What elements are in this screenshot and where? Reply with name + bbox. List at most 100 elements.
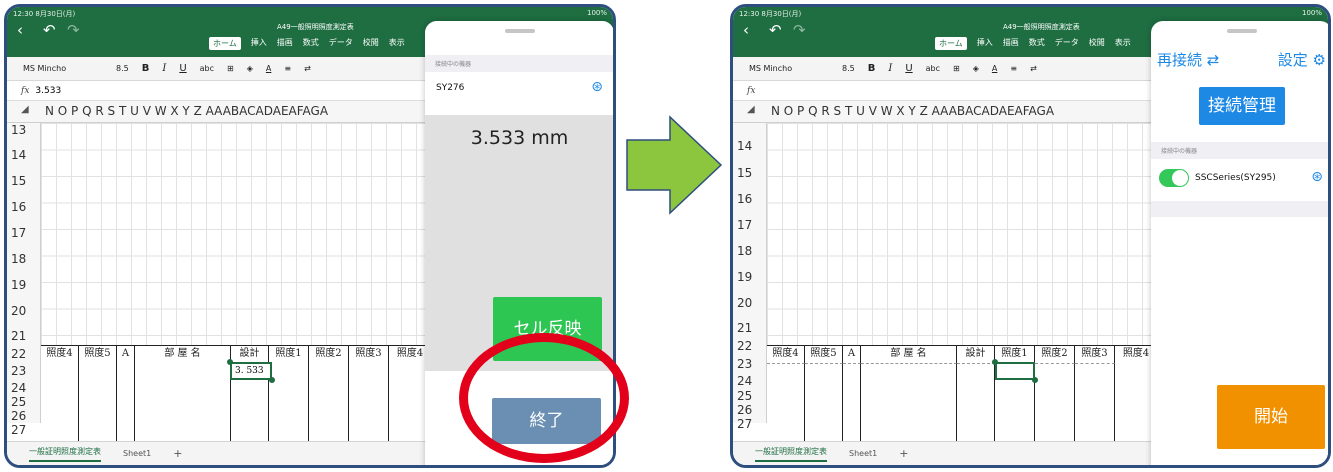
table-cell[interactable] bbox=[349, 363, 389, 445]
strikethrough-button[interactable]: abc bbox=[926, 64, 940, 73]
table-cell[interactable] bbox=[41, 363, 79, 445]
formula-value[interactable]: 3.533 bbox=[35, 86, 61, 96]
row-number[interactable]: 25 bbox=[7, 395, 41, 409]
bold-button[interactable]: B bbox=[142, 63, 150, 74]
add-sheet-button[interactable]: + bbox=[899, 447, 908, 460]
row-number[interactable]: 17 bbox=[733, 218, 767, 232]
row-number[interactable]: 23 bbox=[733, 357, 767, 371]
font-color-icon[interactable]: A bbox=[266, 64, 271, 73]
row-number[interactable]: 26 bbox=[7, 409, 41, 423]
tab-view[interactable]: 表示 bbox=[1115, 37, 1131, 50]
strikethrough-button[interactable]: abc bbox=[200, 64, 214, 73]
row-number[interactable]: 25 bbox=[733, 389, 767, 403]
font-size[interactable]: 8.5 bbox=[842, 64, 855, 73]
italic-button[interactable]: I bbox=[162, 63, 166, 74]
table-cell[interactable] bbox=[1075, 363, 1115, 445]
tab-insert[interactable]: 挿入 bbox=[977, 37, 993, 50]
fill-color-icon[interactable]: ◈ bbox=[973, 64, 979, 73]
font-selector[interactable]: MS Mincho bbox=[749, 64, 829, 73]
align-icon[interactable]: ≡ bbox=[284, 64, 291, 73]
row-number[interactable]: 24 bbox=[733, 374, 767, 388]
row-number[interactable]: 18 bbox=[7, 252, 41, 266]
row-number[interactable]: 23 bbox=[7, 364, 41, 378]
row-number[interactable]: 24 bbox=[7, 381, 41, 395]
fill-color-icon[interactable]: ◈ bbox=[247, 64, 253, 73]
table-cell[interactable] bbox=[767, 363, 805, 445]
selected-cell[interactable]: 3. 533 bbox=[230, 362, 272, 380]
selection-handle[interactable] bbox=[1032, 377, 1038, 383]
tab-formulas[interactable]: 数式 bbox=[1029, 37, 1045, 50]
tab-view[interactable]: 表示 bbox=[389, 37, 405, 50]
sheet-tab-active[interactable]: 一般証明照度測定表 bbox=[29, 446, 101, 462]
row-number[interactable]: 16 bbox=[733, 192, 767, 206]
tab-home[interactable]: ホーム bbox=[209, 37, 241, 50]
sheet-tab[interactable]: Sheet1 bbox=[849, 449, 877, 458]
row-number[interactable]: 21 bbox=[733, 321, 767, 335]
row-number[interactable]: 26 bbox=[733, 403, 767, 417]
table-cell[interactable] bbox=[135, 363, 231, 445]
row-number[interactable]: 13 bbox=[7, 123, 41, 137]
tab-draw[interactable]: 描画 bbox=[277, 37, 293, 50]
row-number[interactable]: 14 bbox=[7, 148, 41, 162]
sheet-tab-active[interactable]: 一般証明照度測定表 bbox=[755, 446, 827, 462]
table-cell[interactable] bbox=[79, 363, 117, 445]
add-sheet-button[interactable]: + bbox=[173, 447, 182, 460]
settings-button[interactable]: 設定 ⚙ bbox=[1278, 49, 1326, 70]
selection-handle[interactable] bbox=[227, 359, 233, 365]
row-number[interactable]: 17 bbox=[7, 226, 41, 240]
connection-manage-button[interactable]: 接続管理 bbox=[1199, 87, 1285, 125]
row-number[interactable]: 19 bbox=[7, 278, 41, 292]
back-icon[interactable]: ‹ bbox=[17, 21, 23, 39]
table-cell[interactable] bbox=[1035, 363, 1075, 445]
row-number[interactable]: 16 bbox=[7, 200, 41, 214]
table-cell[interactable] bbox=[957, 363, 995, 445]
device-toggle[interactable] bbox=[1159, 169, 1189, 187]
select-all-icon[interactable]: ◢ bbox=[21, 104, 29, 115]
drag-handle[interactable] bbox=[1226, 29, 1257, 33]
row-number[interactable]: 20 bbox=[733, 296, 767, 310]
table-cell[interactable] bbox=[269, 363, 309, 445]
bluetooth-icon[interactable]: ⊛ bbox=[591, 79, 603, 95]
font-selector[interactable]: MS Mincho bbox=[23, 64, 103, 73]
tab-insert[interactable]: 挿入 bbox=[251, 37, 267, 50]
row-number[interactable]: 19 bbox=[733, 270, 767, 284]
row-number[interactable]: 22 bbox=[7, 347, 41, 361]
undo-icon[interactable]: ↶ bbox=[43, 21, 56, 39]
tab-data[interactable]: データ bbox=[1055, 37, 1079, 50]
tab-review[interactable]: 校閲 bbox=[363, 37, 379, 50]
row-number[interactable]: 22 bbox=[733, 339, 767, 353]
table-cell[interactable] bbox=[861, 363, 957, 445]
selection-handle[interactable] bbox=[269, 377, 275, 383]
row-number[interactable]: 14 bbox=[733, 139, 767, 153]
table-cell[interactable] bbox=[843, 363, 861, 445]
tab-review[interactable]: 校閲 bbox=[1089, 37, 1105, 50]
borders-icon[interactable]: ⊞ bbox=[953, 64, 960, 73]
redo-icon[interactable]: ↷ bbox=[67, 21, 80, 39]
italic-button[interactable]: I bbox=[888, 63, 892, 74]
row-number[interactable]: 21 bbox=[7, 329, 41, 343]
wrap-icon[interactable]: ⇄ bbox=[304, 64, 311, 73]
bold-button[interactable]: B bbox=[868, 63, 876, 74]
underline-button[interactable]: U bbox=[179, 63, 186, 74]
start-button[interactable]: 開始 bbox=[1217, 385, 1325, 449]
selection-handle[interactable] bbox=[992, 359, 998, 365]
undo-icon[interactable]: ↶ bbox=[769, 21, 782, 39]
align-icon[interactable]: ≡ bbox=[1010, 64, 1017, 73]
row-number[interactable]: 15 bbox=[7, 174, 41, 188]
tab-draw[interactable]: 描画 bbox=[1003, 37, 1019, 50]
tab-home[interactable]: ホーム bbox=[935, 37, 967, 50]
select-all-icon[interactable]: ◢ bbox=[747, 104, 755, 115]
row-number[interactable]: 15 bbox=[733, 166, 767, 180]
reconnect-button[interactable]: 再接続 ⇄ bbox=[1157, 49, 1219, 70]
tab-data[interactable]: データ bbox=[329, 37, 353, 50]
font-size[interactable]: 8.5 bbox=[116, 64, 129, 73]
tab-formulas[interactable]: 数式 bbox=[303, 37, 319, 50]
table-cell[interactable] bbox=[309, 363, 349, 445]
table-cell[interactable] bbox=[117, 363, 135, 445]
bluetooth-icon[interactable]: ⊛ bbox=[1311, 169, 1323, 185]
row-number[interactable]: 20 bbox=[7, 304, 41, 318]
redo-icon[interactable]: ↷ bbox=[793, 21, 806, 39]
selected-cell[interactable] bbox=[995, 362, 1035, 380]
borders-icon[interactable]: ⊞ bbox=[227, 64, 234, 73]
font-color-icon[interactable]: A bbox=[992, 64, 997, 73]
